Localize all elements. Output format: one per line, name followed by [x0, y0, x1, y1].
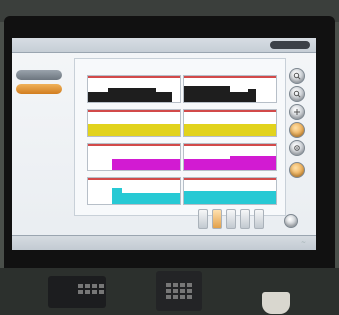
chart-top-left[interactable] — [87, 75, 181, 103]
confirm-button[interactable] — [284, 214, 298, 228]
settings-button[interactable] — [289, 140, 305, 156]
mini-control-5[interactable] — [254, 209, 264, 229]
title-bar — [12, 38, 316, 53]
charts-header — [75, 59, 285, 73]
alarm-button[interactable] — [289, 162, 305, 178]
phone-device-left — [48, 276, 106, 308]
chart-top-right[interactable] — [183, 75, 277, 103]
magnifier-icon — [293, 72, 301, 80]
magnifier-icon — [293, 90, 301, 98]
zoom-in-button[interactable] — [289, 68, 305, 84]
phone-device-center — [156, 271, 202, 311]
chart-cyan-left[interactable] — [87, 177, 181, 205]
cup — [262, 292, 290, 314]
title-status-pill[interactable] — [270, 41, 310, 49]
zoom-out-button[interactable] — [289, 86, 305, 102]
status-bar: ~ — [12, 235, 316, 250]
sidebar-button-2[interactable] — [16, 84, 62, 94]
brand-logo: ~ — [300, 239, 306, 246]
mini-control-1[interactable] — [198, 209, 208, 229]
monitor-screen: ~ — [12, 38, 316, 250]
chart-magenta-right[interactable] — [183, 143, 277, 171]
gear-icon — [294, 145, 300, 151]
mini-control-2[interactable] — [212, 209, 222, 229]
arrows-icon — [294, 109, 300, 115]
charts-panel — [74, 58, 286, 216]
pan-button[interactable] — [289, 104, 305, 120]
sidebar-button-1[interactable] — [16, 70, 62, 80]
chart-magenta-left[interactable] — [87, 143, 181, 171]
chart-cyan-right[interactable] — [183, 177, 277, 205]
chart-yellow-left[interactable] — [87, 109, 181, 137]
orange-control-button[interactable] — [289, 122, 305, 138]
mini-control-3[interactable] — [226, 209, 236, 229]
mini-control-4[interactable] — [240, 209, 250, 229]
chart-yellow-right[interactable] — [183, 109, 277, 137]
